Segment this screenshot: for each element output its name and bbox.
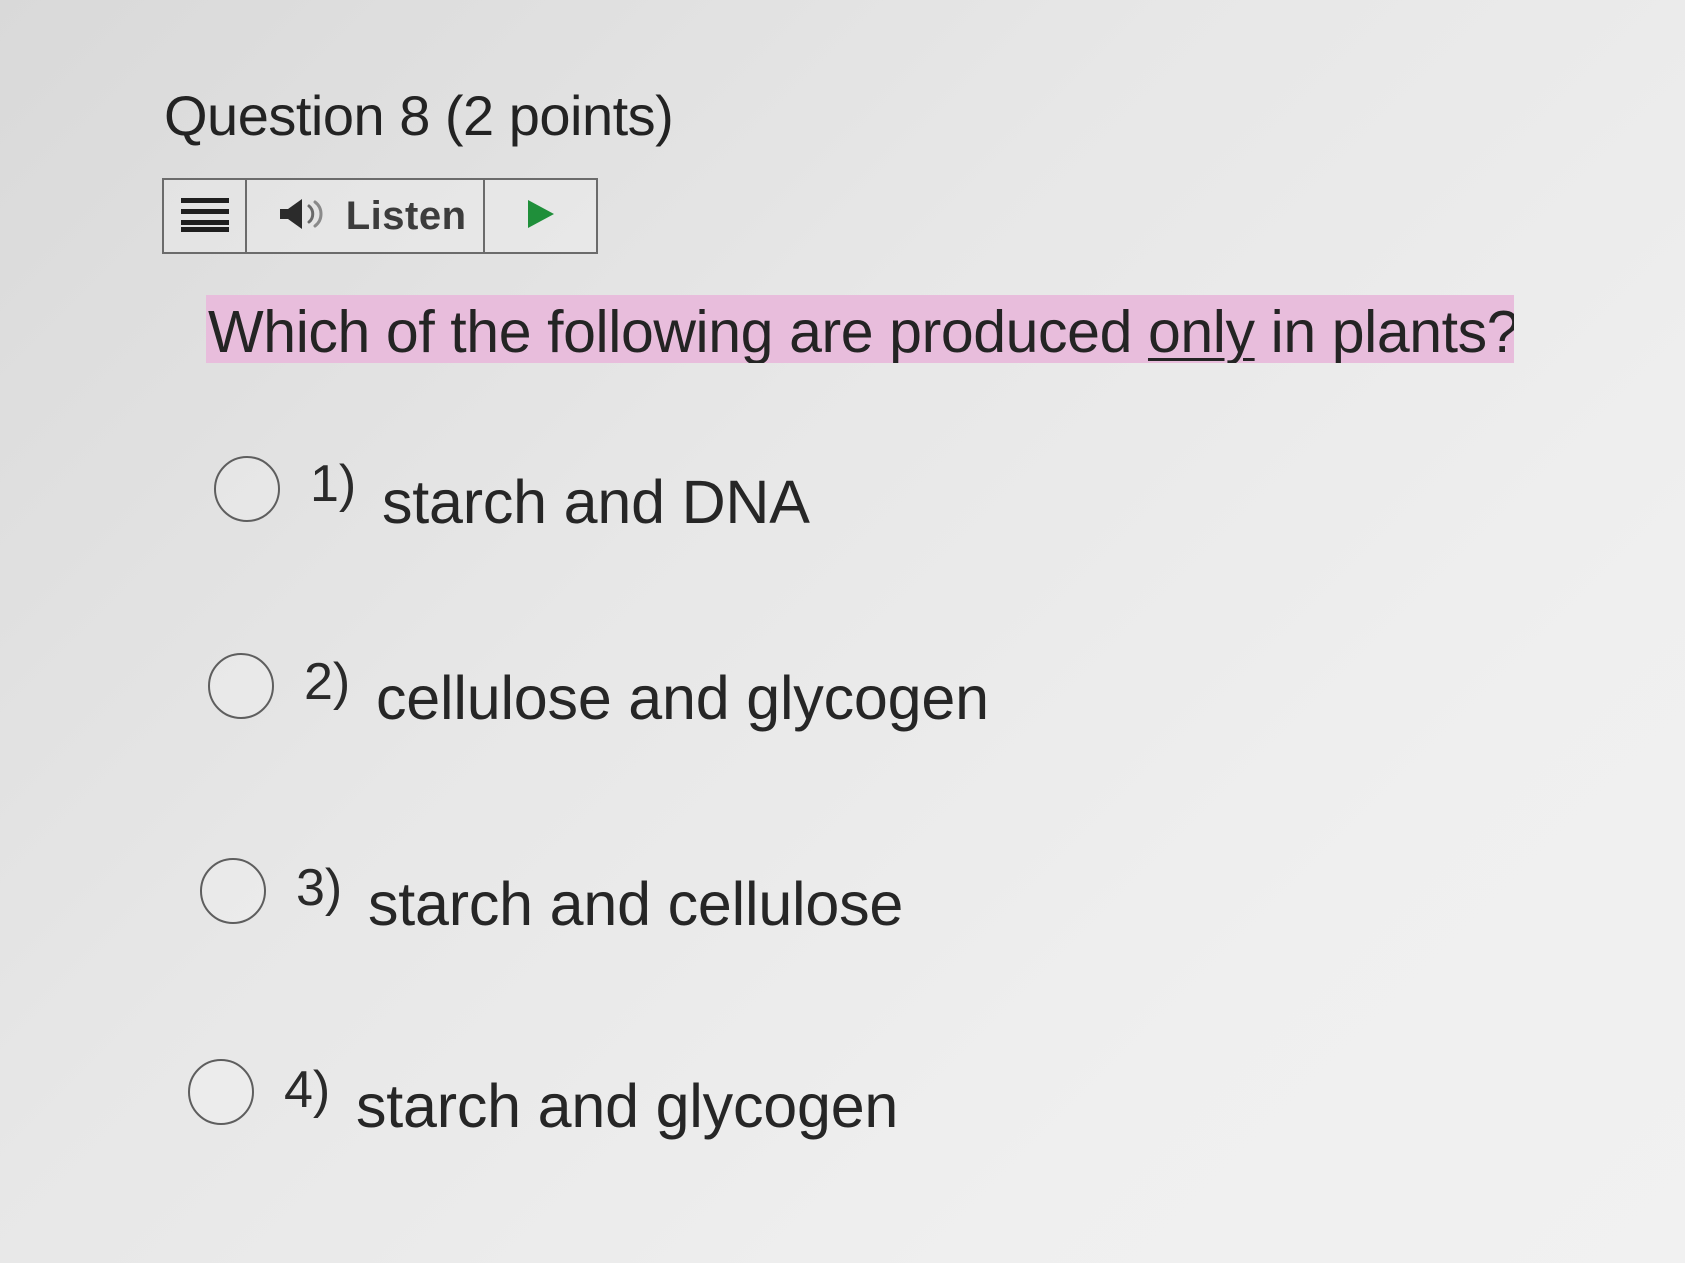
radio-button-4[interactable] [188, 1058, 254, 1125]
question-title: Question 8 (2 points) [164, 84, 674, 147]
prompt-emphasis: only [1147, 299, 1255, 363]
option-number-3: 3) [296, 858, 343, 917]
option-number-4: 4) [284, 1060, 331, 1119]
play-icon [524, 197, 558, 236]
menu-button[interactable] [164, 180, 248, 252]
menu-icon [180, 196, 229, 237]
option-number-2: 2) [304, 652, 351, 711]
answer-option-1[interactable]: 1) starch and DNA [214, 444, 810, 533]
answer-option-4[interactable]: 4) starch and glycogen [188, 1046, 898, 1137]
play-button[interactable] [485, 180, 596, 252]
radio-button-1[interactable] [214, 455, 280, 522]
answer-option-2[interactable]: 2) cellulose and glycogen [208, 642, 989, 729]
option-label-4: starch and glycogen [356, 1072, 899, 1140]
radio-button-3[interactable] [200, 857, 266, 924]
question-prompt: Which of the following are produced only… [208, 303, 1514, 362]
prompt-text-before: Which of the following are produced [208, 299, 1148, 363]
option-number-1: 1) [310, 454, 357, 513]
prompt-text-after: in plants? [1254, 299, 1514, 363]
option-label-2: cellulose and glycogen [376, 664, 989, 732]
listen-button[interactable]: Listen [247, 180, 486, 252]
question-prompt-highlight: Which of the following are produced only… [206, 295, 1514, 363]
listen-label: Listen [345, 194, 467, 238]
option-label-3: starch and cellulose [368, 870, 904, 938]
option-label-1: starch and DNA [382, 468, 810, 536]
radio-button-2[interactable] [208, 652, 274, 719]
read-aloud-toolbar: Listen [162, 178, 598, 254]
speaker-icon [278, 196, 328, 237]
quiz-page: Question 8 (2 points) Listen Which of th… [0, 0, 1685, 1263]
answer-option-3[interactable]: 3) starch and cellulose [200, 846, 903, 935]
